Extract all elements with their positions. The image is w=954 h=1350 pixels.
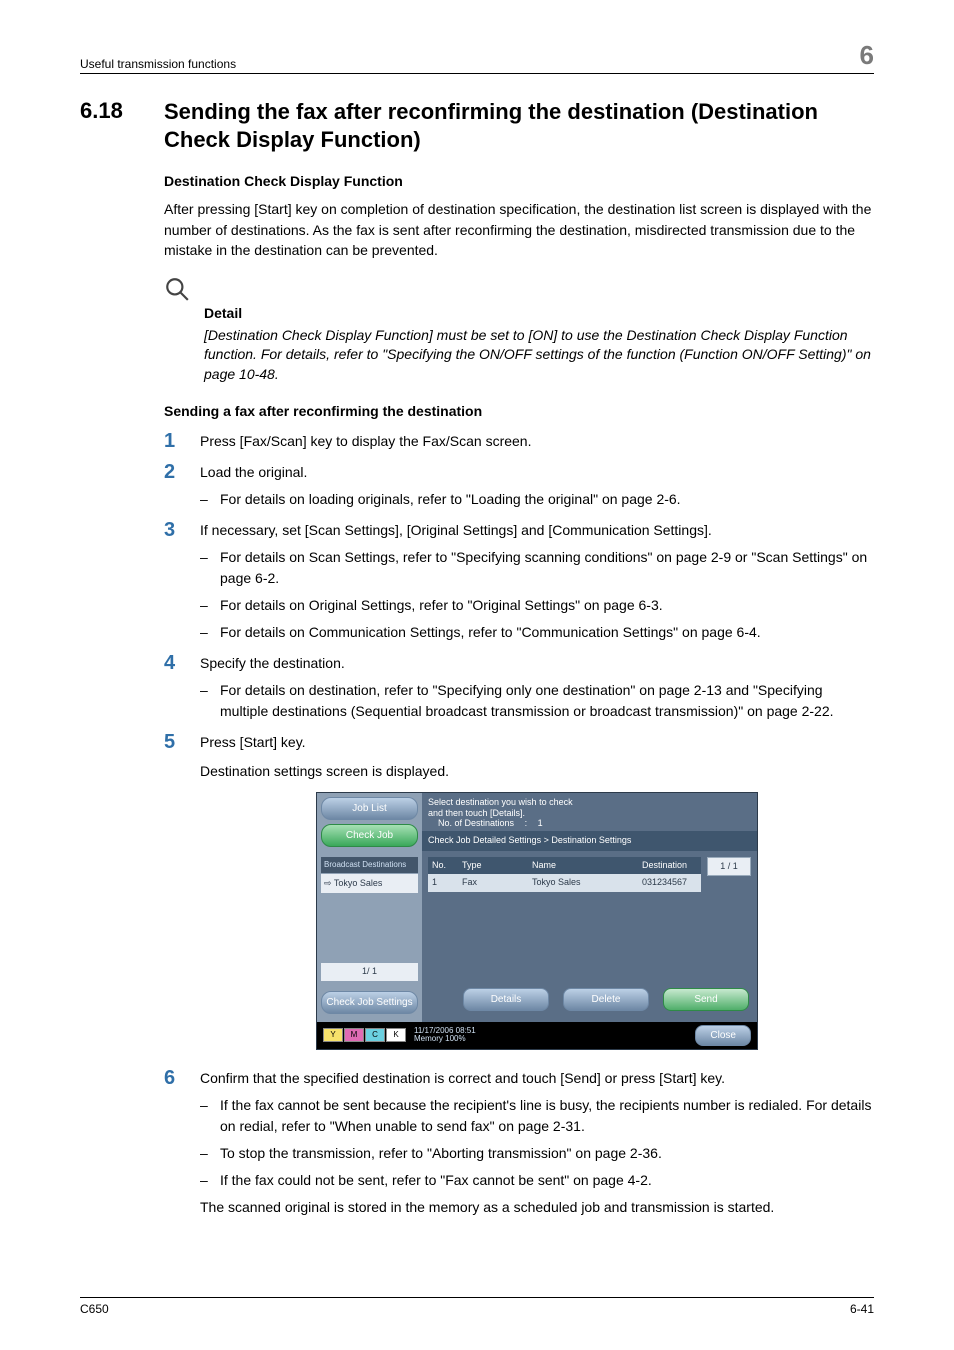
step-body: Press [Fax/Scan] key to display the Fax/… (200, 431, 874, 452)
step-after: The scanned original is stored in the me… (200, 1197, 874, 1218)
toner-c-icon: C (365, 1028, 385, 1042)
cell-name: Tokyo Sales (528, 874, 638, 892)
status-bar: Y M C K 11/17/2006 08:51 Memory 100% Clo… (317, 1022, 757, 1049)
step-text: Load the original. (200, 464, 307, 480)
step-body: If necessary, set [Scan Settings], [Orig… (200, 520, 874, 643)
page-indicator: 1 / 1 (707, 857, 751, 877)
subheading-procedure: Sending a fax after reconfirming the des… (164, 401, 874, 421)
running-head: Useful transmission functions 6 (80, 40, 874, 74)
col-destination: Destination (638, 857, 701, 875)
step-number: 1 (164, 431, 200, 451)
step-body: Load the original. For details on loadin… (200, 462, 874, 510)
destination-table: No. Type Name Destination 1 Fax (428, 857, 701, 892)
step-number: 5 (164, 732, 200, 752)
send-button[interactable]: Send (663, 988, 749, 1011)
check-job-settings-button[interactable]: Check Job Settings (321, 991, 418, 1014)
running-head-left: Useful transmission functions (80, 57, 236, 71)
delete-button[interactable]: Delete (563, 988, 649, 1011)
section-number: 6.18 (80, 98, 164, 124)
col-no: No. (428, 857, 458, 875)
broadcast-destinations-label: Broadcast Destinations (321, 857, 418, 873)
toner-k-icon: K (386, 1028, 406, 1042)
datetime-memory: 11/17/2006 08:51 Memory 100% (414, 1027, 476, 1045)
instruction-text: Select destination you wish to check and… (422, 793, 757, 831)
step-number: 6 (164, 1068, 200, 1088)
step-text: Specify the destination. (200, 655, 345, 671)
cell-no: 1 (428, 874, 458, 892)
step-number: 2 (164, 462, 200, 482)
subheading-function: Destination Check Display Function (164, 171, 874, 191)
separator: : (525, 818, 528, 828)
intro-paragraph: After pressing [Start] key on completion… (164, 199, 874, 260)
step-sub: For details on Original Settings, refer … (200, 595, 874, 616)
toner-m-icon: M (344, 1028, 364, 1042)
left-page-indicator: 1/ 1 (321, 963, 418, 981)
details-button[interactable]: Details (463, 988, 549, 1011)
step-body: Confirm that the specified destination i… (200, 1068, 874, 1228)
step-text: Confirm that the specified destination i… (200, 1070, 725, 1086)
step-sub: For details on loading originals, refer … (200, 489, 874, 510)
step-sub: To stop the transmission, refer to "Abor… (200, 1143, 874, 1164)
col-name: Name (528, 857, 638, 875)
close-button[interactable]: Close (695, 1025, 751, 1046)
section-title: Sending the fax after reconfirming the d… (164, 98, 874, 153)
step-sub: If the fax could not be sent, refer to "… (200, 1170, 874, 1191)
step-number: 4 (164, 653, 200, 673)
step-text: If necessary, set [Scan Settings], [Orig… (200, 522, 712, 538)
step-after: Destination settings screen is displayed… (200, 761, 874, 782)
table-row[interactable]: 1 Fax Tokyo Sales 031234567 (428, 874, 701, 892)
footer-right: 6-41 (850, 1302, 874, 1316)
detail-text: [Destination Check Display Function] mus… (204, 326, 874, 385)
footer-left: C650 (80, 1302, 109, 1316)
job-list-button[interactable]: Job List (321, 797, 418, 820)
step-sub: For details on destination, refer to "Sp… (200, 680, 874, 722)
detail-note: Detail [Destination Check Display Functi… (164, 276, 874, 384)
dest-count-label: No. of Destinations (438, 818, 514, 828)
col-type: Type (458, 857, 528, 875)
destination-list-item[interactable]: ⇨ Tokyo Sales (321, 874, 418, 894)
cell-type: Fax (458, 874, 528, 892)
toner-y-icon: Y (323, 1028, 343, 1042)
step-sub: If the fax cannot be sent because the re… (200, 1095, 874, 1137)
step-sub: For details on Communication Settings, r… (200, 622, 874, 643)
chapter-number: 6 (860, 40, 874, 71)
breadcrumb: Check Job Detailed Settings > Destinatio… (422, 831, 757, 851)
step-number: 3 (164, 520, 200, 540)
check-job-button[interactable]: Check Job (321, 824, 418, 847)
toner-indicator: Y M C K (323, 1028, 406, 1042)
detail-label: Detail (204, 303, 874, 323)
page-footer: C650 6-41 (80, 1297, 874, 1316)
dest-count-value: 1 (538, 818, 543, 828)
magnifier-icon (164, 276, 190, 307)
step-sub: For details on Scan Settings, refer to "… (200, 547, 874, 589)
step-body: Press [Start] key. Destination settings … (200, 732, 874, 1058)
cell-destination: 031234567 (638, 874, 701, 892)
step-body: Specify the destination. For details on … (200, 653, 874, 722)
step-text: Press [Start] key. (200, 734, 306, 750)
section-heading: 6.18 Sending the fax after reconfirming … (80, 98, 874, 153)
screenshot-destination-settings: Job List Check Job Broadcast Destination… (316, 792, 758, 1050)
memory-line: Memory 100% (414, 1035, 476, 1044)
instruction-line: and then touch [Details]. (428, 808, 751, 819)
instruction-line: Select destination you wish to check (428, 797, 751, 808)
step-list: 1 Press [Fax/Scan] key to display the Fa… (164, 431, 874, 1228)
step-text: Press [Fax/Scan] key to display the Fax/… (200, 433, 531, 449)
